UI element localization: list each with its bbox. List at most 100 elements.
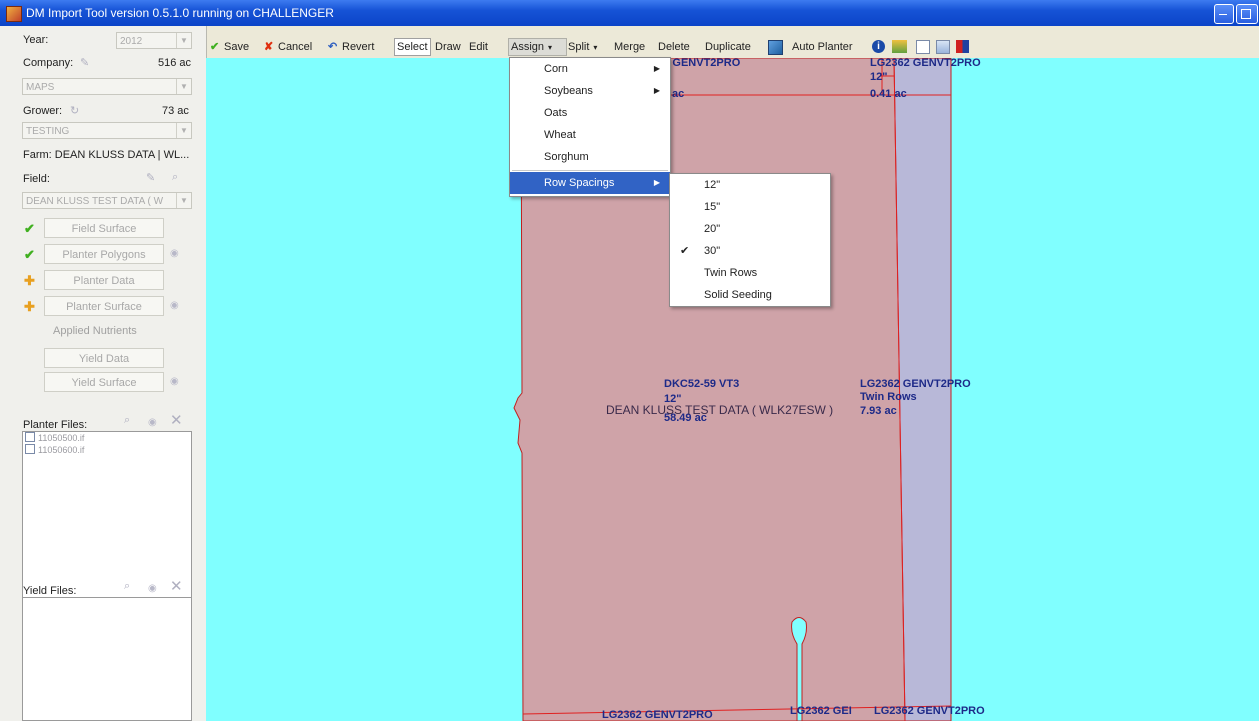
list-item[interactable]: 11050500.if <box>23 432 191 444</box>
year-label: Year: <box>23 34 49 46</box>
company-acres: 516 ac <box>158 57 192 69</box>
map-label: LG2362 GENVT2PRO <box>874 705 985 717</box>
zoom-icon[interactable]: ⌕ <box>124 580 130 593</box>
palette-icon[interactable] <box>956 40 969 53</box>
assign-menu: Corn ▶ Soybeans ▶ Oats Wheat Sorghum Row S… <box>509 57 671 197</box>
close-icon[interactable]: ✕ <box>170 577 183 595</box>
row-spacings-submenu: 12" 15" 20" ✔ 30" Twin Rows Solid Seeding <box>669 173 831 307</box>
grower-acres: 73 ac <box>162 105 189 117</box>
map-label: 7.93 ac <box>860 405 897 417</box>
yield-files-label: Yield Files: <box>23 585 77 597</box>
menu-item-row-spacings[interactable]: Row Spacings ▶ <box>510 172 670 194</box>
map-label: LG2362 GEI <box>790 705 852 717</box>
assign-button[interactable]: Assign ▾ <box>508 38 568 56</box>
dropdown-arrow-icon: ▾ <box>593 43 598 52</box>
menu-item-twin-rows[interactable]: Twin Rows <box>670 262 830 284</box>
checkmark-icon: ✔ <box>680 245 690 257</box>
toolbar: ✔ Save ✘ Cancel ↶ Revert Select Draw Edi… <box>206 36 1259 58</box>
grower-select[interactable]: TESTING ▼ <box>22 122 192 139</box>
map-view[interactable]: 362 GENVT2PRO ac LG2362 GENVT2PRO 12" 0.… <box>206 58 1259 721</box>
chevron-down-icon: ▼ <box>176 79 191 94</box>
planter-data-button[interactable]: Planter Data <box>44 270 164 290</box>
menu-item-12-inch[interactable]: 12" <box>670 174 830 196</box>
window-icon[interactable] <box>916 40 930 54</box>
window-title: DM Import Tool version 0.5.1.0 running o… <box>26 6 334 20</box>
map-label: LG2362 GENVT2PRO <box>860 378 971 390</box>
check-icon: ✔ <box>24 221 35 236</box>
menu-item-wheat[interactable]: Wheat <box>510 124 670 146</box>
check-icon: ✔ <box>24 247 35 262</box>
chevron-down-icon: ▼ <box>176 33 191 48</box>
submenu-arrow-icon: ▶ <box>653 64 660 73</box>
checkbox[interactable] <box>25 444 35 454</box>
auto-planter-button[interactable]: Auto Planter <box>790 38 855 56</box>
menu-item-solid-seeding[interactable]: Solid Seeding <box>670 284 830 306</box>
planter-files-list[interactable]: 11050500.if 11050600.if <box>22 431 192 599</box>
yield-surface-button[interactable]: Yield Surface <box>44 372 164 392</box>
map-label: LG2362 GENVT2PRO <box>602 709 713 721</box>
cancel-x-icon: ✘ <box>264 41 274 53</box>
eye-icon[interactable]: ◉ <box>170 300 179 311</box>
submenu-arrow-icon: ▶ <box>653 178 660 187</box>
duplicate-button[interactable]: Duplicate <box>703 38 753 56</box>
stats-icon[interactable] <box>892 40 907 53</box>
menu-item-20-inch[interactable]: 20" <box>670 218 830 240</box>
map-label: Twin Rows <box>860 391 917 403</box>
field-surface-button[interactable]: Field Surface <box>44 218 164 238</box>
yield-files-list[interactable] <box>22 597 192 721</box>
refresh-icon[interactable]: ↻ <box>70 104 79 117</box>
company-select[interactable]: MAPS ▼ <box>22 78 192 95</box>
add-icon: ✚ <box>24 299 35 314</box>
field-select[interactable]: DEAN KLUSS TEST DATA ( W ▼ <box>22 192 192 209</box>
info-icon[interactable]: i <box>872 40 885 53</box>
edit-icon[interactable]: ✎ <box>80 56 89 69</box>
minimize-button[interactable] <box>1214 4 1234 24</box>
field-name-label: DEAN KLUSS TEST DATA ( WLK27ESW ) <box>606 403 834 417</box>
planter-polygons-button[interactable]: Planter Polygons <box>44 244 164 264</box>
draw-button[interactable]: Draw <box>433 38 463 56</box>
year-select[interactable]: 2012 ▼ <box>116 32 192 49</box>
check-icon: ✔ <box>210 41 220 53</box>
split-button[interactable]: Split ▾ <box>566 38 611 56</box>
grower-value: TESTING <box>26 126 70 137</box>
checkbox[interactable] <box>25 432 35 442</box>
company-label: Company: <box>23 57 74 69</box>
menu-item-corn[interactable]: Corn ▶ <box>510 58 670 80</box>
map-label: 0.41 ac <box>870 88 907 100</box>
app-icon <box>6 6 22 22</box>
save-button[interactable]: Save <box>222 38 251 56</box>
planter-surface-button[interactable]: Planter Surface <box>44 296 164 316</box>
list-item[interactable]: 11050600.if <box>23 444 191 456</box>
map-label: DKC52-59 VT3 <box>664 378 740 390</box>
chevron-down-icon: ▼ <box>176 193 191 208</box>
undo-icon: ↶ <box>328 41 338 53</box>
edit-button[interactable]: Edit <box>467 38 490 56</box>
merge-button[interactable]: Merge <box>612 38 647 56</box>
table-icon[interactable] <box>936 40 950 54</box>
farm-text: Farm: DEAN KLUSS DATA | WL... <box>23 149 190 161</box>
delete-button[interactable]: Delete <box>656 38 692 56</box>
menu-item-oats[interactable]: Oats <box>510 102 670 124</box>
company-value: MAPS <box>26 82 55 93</box>
cancel-button[interactable]: Cancel <box>276 38 314 56</box>
close-icon[interactable]: ✕ <box>170 411 183 429</box>
eye-icon[interactable]: ◉ <box>170 248 179 259</box>
menu-item-30-inch[interactable]: ✔ 30" <box>670 240 830 262</box>
maximize-button[interactable] <box>1236 4 1258 24</box>
menu-item-sorghum[interactable]: Sorghum <box>510 146 670 168</box>
revert-button[interactable]: Revert <box>340 38 376 56</box>
map-label: 12" <box>870 71 888 83</box>
zoom-icon[interactable]: ⌕ <box>172 171 178 184</box>
planter-files-label: Planter Files: <box>23 419 88 431</box>
select-button[interactable]: Select <box>394 38 431 56</box>
menu-item-soybeans[interactable]: Soybeans ▶ <box>510 80 670 102</box>
zoom-icon[interactable]: ⌕ <box>124 414 130 427</box>
eye-icon[interactable]: ◉ <box>148 583 157 594</box>
yield-data-button[interactable]: Yield Data <box>44 348 164 368</box>
eye-icon[interactable]: ◉ <box>148 417 157 428</box>
map-label: LG2362 GENVT2PRO <box>870 58 981 69</box>
map-label: ac <box>672 88 685 100</box>
eye-icon[interactable]: ◉ <box>170 376 179 387</box>
edit-icon[interactable]: ✎ <box>146 171 155 184</box>
menu-item-15-inch[interactable]: 15" <box>670 196 830 218</box>
